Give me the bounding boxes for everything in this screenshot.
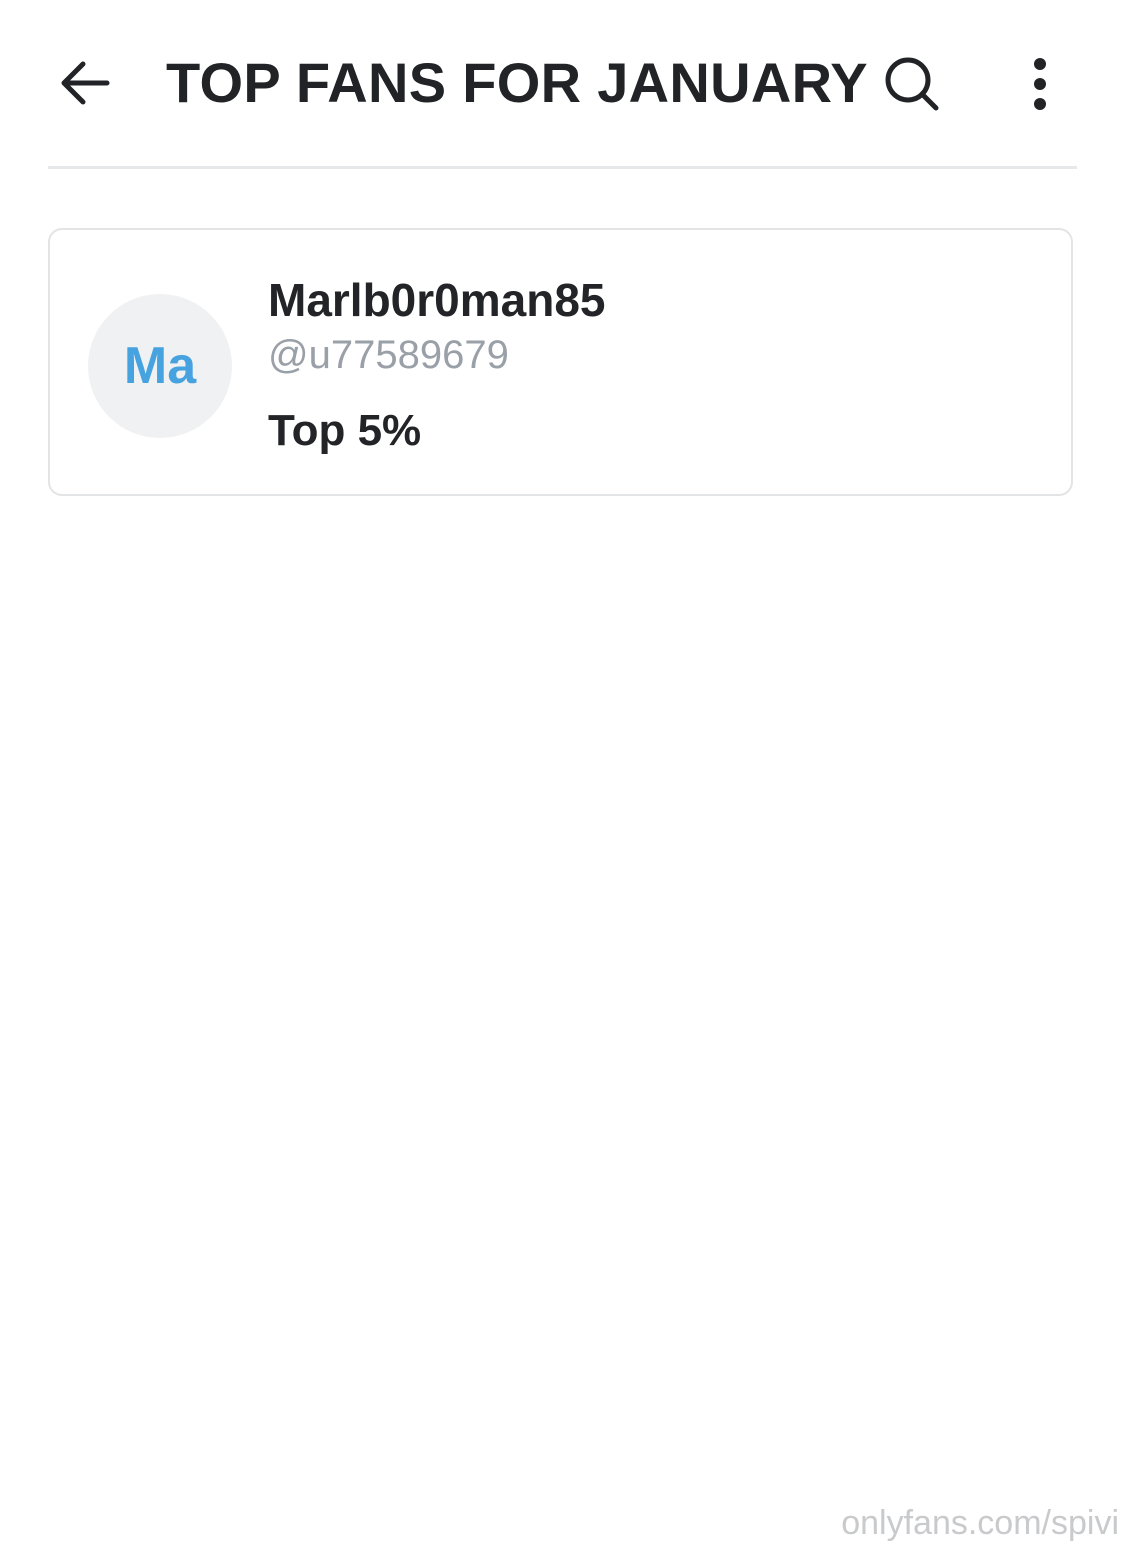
fan-handle: @u77589679: [268, 333, 509, 377]
search-icon: [885, 57, 939, 111]
watermark: onlyfans.com/spivi: [841, 1504, 1119, 1542]
fan-name[interactable]: Marlb0r0man85: [268, 272, 606, 328]
arrow-left-icon: [61, 61, 110, 105]
avatar[interactable]: Ma: [88, 294, 232, 438]
more-vertical-icon: [1034, 58, 1046, 110]
more-options-button[interactable]: [1010, 46, 1070, 122]
top-bar: TOP FANS FOR JANUARY: [48, 0, 1077, 169]
search-button[interactable]: [874, 46, 950, 122]
fan-rank-badge: Top 5%: [268, 406, 422, 455]
fan-card[interactable]: Ma Marlb0r0man85 @u77589679 Top 5%: [48, 228, 1073, 496]
back-button[interactable]: [48, 42, 122, 124]
page-title: TOP FANS FOR JANUARY: [166, 51, 868, 114]
